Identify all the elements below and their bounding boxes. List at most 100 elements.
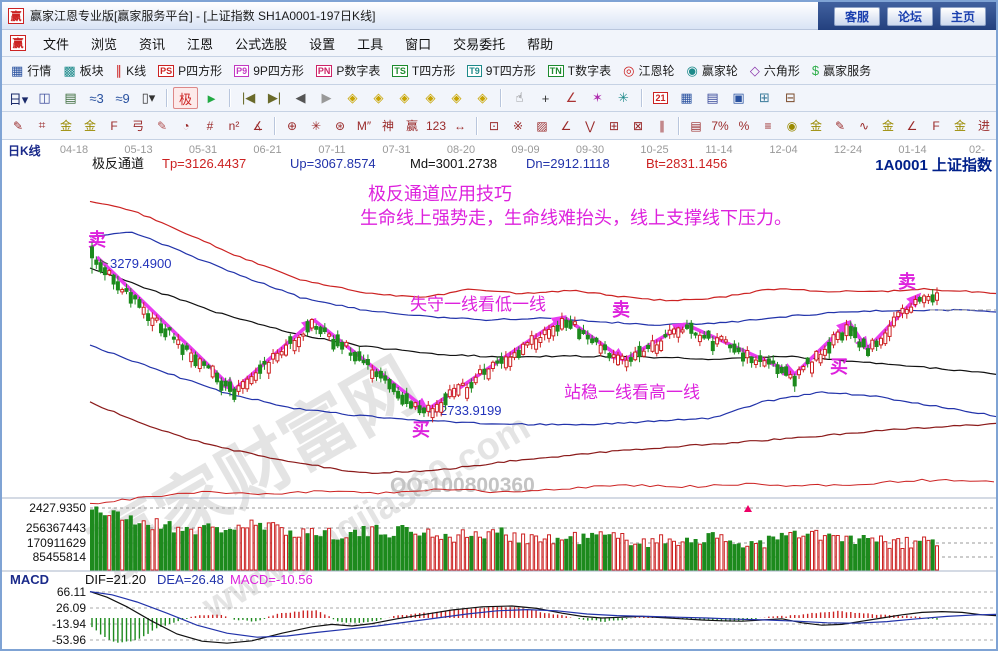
width-measure[interactable]: ↔ — [448, 115, 472, 137]
wave3-button[interactable]: ≈3 — [84, 87, 109, 109]
menu-item-formula-picker[interactable]: 公式选股 — [224, 31, 298, 56]
j-angle[interactable]: ∠ — [900, 115, 924, 137]
t9-square-button[interactable]: T99T四方形 — [462, 60, 541, 81]
kline-button[interactable]: ∥K线 — [111, 60, 152, 81]
pan-right-button[interactable]: ◈ — [366, 87, 391, 109]
gann-list[interactable]: ▤ — [684, 115, 708, 137]
volume-axis-label: 256367443 — [26, 521, 86, 535]
quotes-button[interactable]: ▦行情 — [6, 60, 56, 81]
winner-service-button[interactable]: $赢家服务 — [807, 60, 876, 81]
notes-button[interactable]: ▤ — [700, 87, 725, 109]
calendar-button[interactable]: 21 — [648, 87, 673, 109]
v-lines[interactable]: ⋁ — [578, 115, 602, 137]
compress-v-button[interactable]: ◈ — [470, 87, 495, 109]
gold-grid-2[interactable]: 金 — [78, 115, 102, 137]
first-page-button[interactable]: |◀ — [236, 87, 261, 109]
brush-tool[interactable]: ✎ — [150, 115, 174, 137]
trade-car-button[interactable]: ⊟ — [778, 87, 803, 109]
last-page-button[interactable]: ▶| — [262, 87, 287, 109]
save-button[interactable]: ▣ — [726, 87, 751, 109]
candle-type-button[interactable]: ▯▾ — [136, 87, 161, 109]
percent-tool[interactable]: % — [732, 115, 756, 137]
jifan-channel-button[interactable]: 极 — [173, 87, 198, 109]
sectors-button[interactable]: ▩板块 — [58, 60, 108, 81]
next-button[interactable]: ▶ — [314, 87, 339, 109]
kline-style-button[interactable]: 日▾ — [6, 87, 31, 109]
percent-retrace[interactable]: 7% — [708, 115, 732, 137]
menu-item-trade-entrust[interactable]: 交易委托 — [442, 31, 516, 56]
cycle-tool-button[interactable]: ✳ — [611, 87, 636, 109]
bow-grid[interactable]: 弓 — [126, 115, 150, 137]
shade-fan[interactable]: ▨ — [530, 115, 554, 137]
expand-v-button[interactable]: ◈ — [444, 87, 469, 109]
gann-compass[interactable]: ⊕ — [280, 115, 304, 137]
gold-grid[interactable]: 金 — [54, 115, 78, 137]
volume-axis-label: 85455814 — [33, 550, 87, 564]
gold-lines[interactable]: 金 — [804, 115, 828, 137]
p-square-button[interactable]: PSP四方形 — [153, 60, 227, 81]
title-bar: 赢 赢家江恩专业版[赢家服务平台] - [上证指数 SH1A0001-197日K… — [2, 2, 996, 30]
p9-square-button[interactable]: P99P四方形 — [229, 60, 309, 81]
gold-circle[interactable]: ◉ — [780, 115, 804, 137]
menu-item-gann[interactable]: 江恩 — [176, 31, 224, 56]
prev-button[interactable]: ◀ — [288, 87, 313, 109]
spider-web[interactable]: ⊛ — [328, 115, 352, 137]
p-number-button[interactable]: PNP数字表 — [311, 60, 386, 81]
jin-slant[interactable]: 进 — [972, 115, 996, 137]
export-button[interactable]: ⊞ — [752, 87, 777, 109]
menu-item-settings[interactable]: 设置 — [298, 31, 346, 56]
compress-h-button[interactable]: ◈ — [418, 87, 443, 109]
pan-left-button[interactable]: ◈ — [340, 87, 365, 109]
star-fan[interactable]: ※ — [506, 115, 530, 137]
star-cycle[interactable]: ✳ — [304, 115, 328, 137]
price-grid[interactable]: # — [198, 115, 222, 137]
mirror-tool[interactable]: M″ — [352, 115, 376, 137]
angle-ruler[interactable]: ∡ — [246, 115, 270, 137]
t-square-button[interactable]: TST四方形 — [387, 60, 460, 81]
chart-canvas[interactable]: 赢家财富网www.yingjia360.com日K线04-1805-1305-3… — [2, 140, 996, 651]
big-grid[interactable]: ⊞ — [602, 115, 626, 137]
gann-grid[interactable]: ⌗ — [30, 115, 54, 137]
crosshair-button[interactable]: + — [533, 87, 558, 109]
menu-item-help[interactable]: 帮助 — [516, 31, 564, 56]
f-angle[interactable]: F — [924, 115, 948, 137]
flag-button[interactable]: ► — [199, 87, 224, 109]
hand-tool-button[interactable]: ☝ — [507, 87, 532, 109]
slant-lines[interactable]: ∥ — [650, 115, 674, 137]
box-grid[interactable]: ⊡ — [482, 115, 506, 137]
trend-pen[interactable]: ✎ — [828, 115, 852, 137]
gann-tool-button[interactable]: ✶ — [585, 87, 610, 109]
menu-item-file[interactable]: 文件 — [32, 31, 80, 56]
square-of-nine[interactable]: n² — [222, 115, 246, 137]
f-grid[interactable]: F — [102, 115, 126, 137]
hexagon-button[interactable]: ◇六角形 — [745, 60, 805, 81]
menu-item-window[interactable]: 窗口 — [394, 31, 442, 56]
angle-fan[interactable]: ∠ — [554, 115, 578, 137]
calculator-button[interactable]: ▦ — [674, 87, 699, 109]
filled-grid[interactable]: ⊠ — [626, 115, 650, 137]
gold-slant[interactable]: 金 — [948, 115, 972, 137]
shen-grid[interactable]: 神 — [376, 115, 400, 137]
winner-wheel-button[interactable]: ◉赢家轮 — [682, 60, 743, 81]
pattern-button[interactable]: ◫ — [32, 87, 57, 109]
expand-h-button[interactable]: ◈ — [392, 87, 417, 109]
percent-lines[interactable]: ≡ — [756, 115, 780, 137]
toolbar-separator — [476, 117, 478, 135]
menu-item-news[interactable]: 资讯 — [128, 31, 176, 56]
home-button[interactable]: 主页 — [940, 7, 986, 26]
f10-info-button[interactable]: ▤ — [58, 87, 83, 109]
time-cycle[interactable]: ◔ — [174, 115, 198, 137]
forum-button[interactable]: 论坛 — [887, 7, 933, 26]
angle-measure-button[interactable]: ∠ — [559, 87, 584, 109]
pen-tool[interactable]: ✎ — [6, 115, 30, 137]
ying-grid[interactable]: 赢 — [400, 115, 424, 137]
menu-item-tools[interactable]: 工具 — [346, 31, 394, 56]
number-grid[interactable]: 123 — [424, 115, 448, 137]
wave-band[interactable]: ∿ — [852, 115, 876, 137]
wave9-button[interactable]: ≈9 — [110, 87, 135, 109]
gann-wheel-button[interactable]: ◎江恩轮 — [618, 60, 679, 81]
service-button[interactable]: 客服 — [834, 7, 880, 26]
t-number-button[interactable]: TNT数字表 — [543, 60, 616, 81]
menu-item-browse[interactable]: 浏览 — [80, 31, 128, 56]
gold-band[interactable]: 金 — [876, 115, 900, 137]
